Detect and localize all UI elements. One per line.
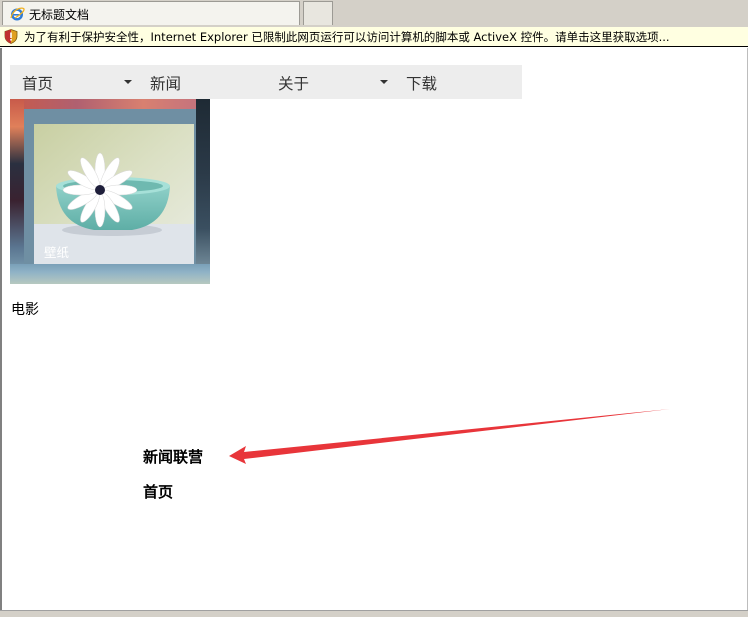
movie-label: 电影 xyxy=(11,302,39,318)
nav-item-label: 关于 xyxy=(278,75,310,93)
wallpaper-slide[interactable]: 壁纸 xyxy=(10,99,210,284)
info-bar-message: 为了有利于保护安全性，Internet Explorer 已限制此网页运行可以访… xyxy=(24,30,670,44)
nav-item-label: 新闻 xyxy=(150,75,182,93)
nav-item-label: 下载 xyxy=(406,75,438,93)
dropdown-arrow-icon xyxy=(380,80,388,84)
nav-item-home[interactable]: 首页 xyxy=(10,65,138,99)
browser-tab[interactable]: 无标题文档 xyxy=(2,1,300,25)
nav-item-download[interactable]: 下载 xyxy=(394,65,522,99)
slide-frame-bottom xyxy=(10,264,210,284)
tab-strip: 无标题文档 xyxy=(0,0,748,28)
security-info-bar[interactable]: 为了有利于保护安全性，Internet Explorer 已限制此网页运行可以访… xyxy=(0,27,748,47)
next-slide-edge xyxy=(196,99,210,284)
wallpaper-photo: 壁纸 xyxy=(34,124,194,264)
adjacent-slide-edge xyxy=(10,99,210,109)
new-tab-button[interactable] xyxy=(303,1,333,25)
nav-menu: 首页 新闻 关于 下载 xyxy=(10,65,522,99)
tab-title: 无标题文档 xyxy=(29,8,90,22)
annotation-label-home: 首页 xyxy=(143,483,174,501)
internet-explorer-icon xyxy=(10,7,25,21)
nav-item-news[interactable]: 新闻 xyxy=(138,65,266,99)
nav-item-about[interactable]: 关于 xyxy=(266,65,394,99)
previous-slide-edge xyxy=(10,99,24,284)
dropdown-arrow-icon xyxy=(124,80,132,84)
nav-item-label: 首页 xyxy=(22,75,54,93)
slide-caption: 壁纸 xyxy=(44,245,70,260)
annotation-label-news: 新闻联营 xyxy=(143,448,204,466)
shield-warning-icon xyxy=(4,29,18,44)
